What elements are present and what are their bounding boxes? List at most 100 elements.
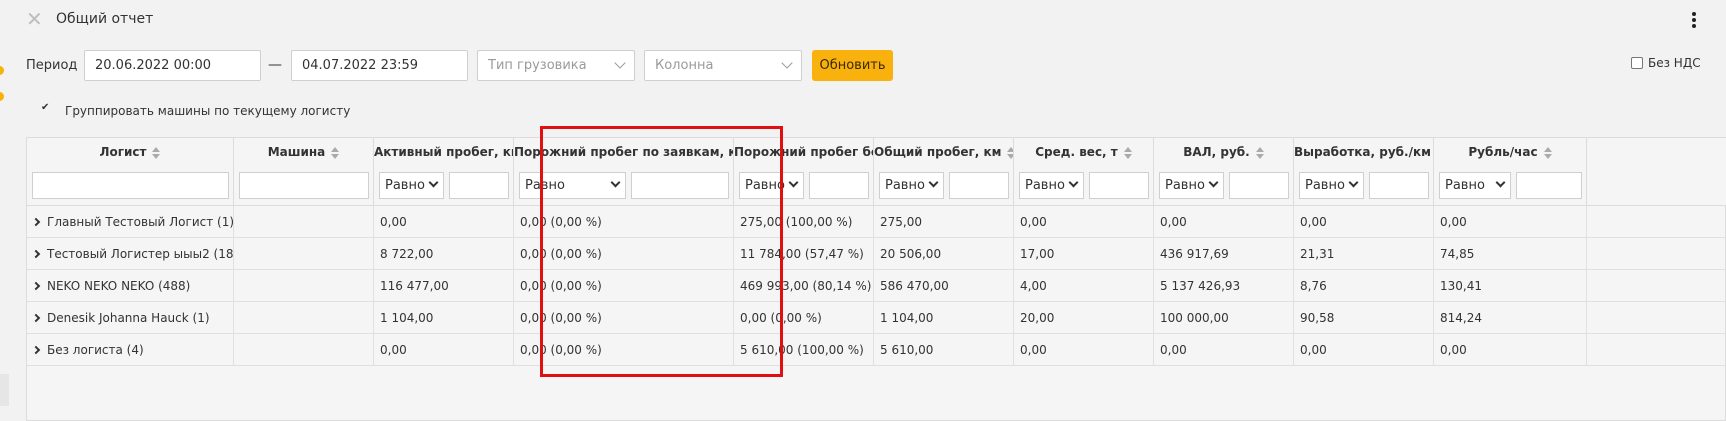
table-cell: 0,00 — [1014, 334, 1154, 366]
column-header[interactable]: Рубль/час Равно — [1434, 138, 1587, 206]
table-cell: 0,00 — [1294, 334, 1434, 366]
cell-value: 0,00 — [1160, 215, 1187, 229]
cell-value: 130,41 — [1440, 279, 1482, 293]
chevron-down-icon — [610, 177, 621, 188]
sort-icon[interactable] — [1543, 146, 1552, 159]
table-row[interactable]: Тестовый Логистер ыыы2 (18) 8 722,00 0,00 … — [27, 238, 1726, 270]
column-filter-input[interactable] — [239, 172, 369, 199]
cell-value: 74,85 — [1440, 247, 1475, 261]
column-title-text: Машина — [267, 145, 326, 159]
filter-operator-value: Равно — [745, 178, 785, 193]
table-cell: 0,00 (0,00 %) — [514, 238, 734, 270]
cell-value: 275,00 — [880, 215, 922, 229]
chevron-down-icon — [428, 177, 439, 188]
column-filter-input[interactable] — [809, 172, 869, 199]
table-row[interactable]: Без логиста (4) 0,00 0,00 (0,00 %) 5 610,00… — [27, 334, 1726, 366]
table-cell: 0,00 — [1434, 206, 1587, 238]
cell-value: 5 137 426,93 — [1160, 279, 1241, 293]
chevron-down-icon — [928, 177, 939, 188]
column-header[interactable]: ВАЛ, руб. Равно — [1154, 138, 1294, 206]
column-filter-input[interactable] — [1229, 172, 1289, 199]
cell-value: NEKO NEKO NEKO (488) — [47, 279, 191, 293]
table-cell: 436 917,69 — [1154, 238, 1294, 270]
chevron-right-icon[interactable] — [31, 281, 41, 291]
sort-icon[interactable] — [1255, 146, 1264, 159]
report-table: Логист Машина Активный пробег, км Равно Поро… — [26, 137, 1726, 421]
chevron-down-icon — [788, 177, 799, 188]
filter-operator-select[interactable]: Равно — [519, 172, 626, 199]
no-vat-label: Без НДС — [1648, 56, 1701, 70]
column-header[interactable]: Логист — [27, 138, 234, 206]
no-vat-checkbox[interactable] — [1631, 57, 1643, 69]
column-header[interactable]: Общий пробег, км Равно — [874, 138, 1014, 206]
table-cell: 275,00 — [874, 206, 1014, 238]
table-row[interactable]: Главный Тестовый Логист (1) 0,00 0,00 (0,0… — [27, 206, 1726, 238]
no-vat-toggle[interactable]: Без НДС — [1631, 56, 1701, 70]
chevron-down-icon — [614, 57, 626, 69]
table-cell: 90,58 — [1294, 302, 1434, 334]
column-header[interactable]: Выработка, руб./км Равно — [1294, 138, 1434, 206]
table-cell: 586 470,00 — [874, 270, 1014, 302]
filter-operator-select[interactable]: Равно — [379, 172, 444, 199]
table-cell: 20 506,00 — [874, 238, 1014, 270]
group-by-logist-checkbox[interactable] — [40, 102, 54, 117]
table-cell: 130,41 — [1434, 270, 1587, 302]
filter-operator-select[interactable]: Равно — [1439, 172, 1511, 199]
chevron-right-icon[interactable] — [31, 249, 41, 259]
column-title: ВАЛ, руб. — [1154, 145, 1293, 159]
truck-type-select[interactable]: Тип грузовика — [477, 50, 635, 81]
cell-value: 275,00 (100,00 %) — [740, 215, 853, 229]
table-cell: 275,00 (100,00 %) — [734, 206, 874, 238]
table-cell: 5 610,00 — [874, 334, 1014, 366]
table-row[interactable]: NEKO NEKO NEKO (488) 116 477,00 0,00 (0,00… — [27, 270, 1726, 302]
chevron-right-icon[interactable] — [31, 345, 41, 355]
column-filter-input[interactable] — [32, 172, 229, 199]
table-cell: 5 137 426,93 — [1154, 270, 1294, 302]
column-placeholder: Колонна — [655, 58, 714, 73]
table-row[interactable]: Denesik Johanna Hauck (1) 1 104,00 0,00 (0… — [27, 302, 1726, 334]
cell-value: 0,00 (0,00 %) — [520, 343, 602, 357]
date-to-input[interactable]: 04.07.2022 23:59 — [291, 50, 468, 81]
logist-cell: Тестовый Логистер ыыы2 (18) — [27, 238, 234, 270]
close-icon[interactable]: ✕ — [26, 9, 44, 29]
column-header[interactable]: Сред. вес, т Равно — [1014, 138, 1154, 206]
top-bar: ✕ Общий отчет — [0, 0, 1726, 40]
date-from-input[interactable]: 20.06.2022 00:00 — [84, 50, 261, 81]
sort-icon[interactable] — [1007, 146, 1013, 159]
column-header[interactable]: Порожний пробег по заявкам, км Равно — [514, 138, 734, 206]
filter-operator-select[interactable]: Равно — [1019, 172, 1084, 199]
column-filter-input[interactable] — [1369, 172, 1429, 199]
page-title: Общий отчет — [56, 11, 154, 27]
group-by-logist-toggle[interactable]: Группировать машины по текущему логисту — [40, 102, 350, 118]
table-cell: 0,00 — [1154, 334, 1294, 366]
column-title-text: ВАЛ, руб. — [1183, 145, 1250, 159]
column-select[interactable]: Колонна — [644, 50, 802, 81]
filter-operator-select[interactable]: Равно — [739, 172, 804, 199]
table-cell: 0,00 — [1014, 206, 1154, 238]
column-header[interactable]: Машина — [234, 138, 374, 206]
column-header[interactable]: Порожний пробег бе... Равно — [734, 138, 874, 206]
filter-operator-value: Равно — [1025, 178, 1065, 193]
sort-icon[interactable] — [331, 146, 340, 159]
table-cell: 74,85 — [1434, 238, 1587, 270]
chevron-right-icon[interactable] — [31, 217, 41, 227]
filter-operator-select[interactable]: Равно — [879, 172, 944, 199]
column-header[interactable]: Активный пробег, км Равно — [374, 138, 514, 206]
column-title: Порожний пробег бе... — [734, 145, 873, 159]
table-cell: 0,00 (0,00 %) — [734, 302, 874, 334]
column-filter-input[interactable] — [631, 172, 729, 199]
kebab-menu-icon[interactable] — [1690, 10, 1698, 30]
chevron-right-icon[interactable] — [31, 313, 41, 323]
filter-operator-select[interactable]: Равно — [1299, 172, 1364, 199]
column-filter-input[interactable] — [1516, 172, 1582, 199]
refresh-button[interactable]: Обновить — [812, 50, 893, 81]
column-filter-input[interactable] — [449, 172, 509, 199]
filter-operator-select[interactable]: Равно — [1159, 172, 1224, 199]
sort-icon[interactable] — [1123, 146, 1132, 159]
logist-cell: Denesik Johanna Hauck (1) — [27, 302, 234, 334]
sort-icon[interactable] — [152, 146, 161, 159]
table-cell: 0,00 — [374, 334, 514, 366]
column-filter-input[interactable] — [949, 172, 1009, 199]
column-filter-input[interactable] — [1089, 172, 1149, 199]
cell-value: 0,00 (0,00 %) — [520, 279, 602, 293]
